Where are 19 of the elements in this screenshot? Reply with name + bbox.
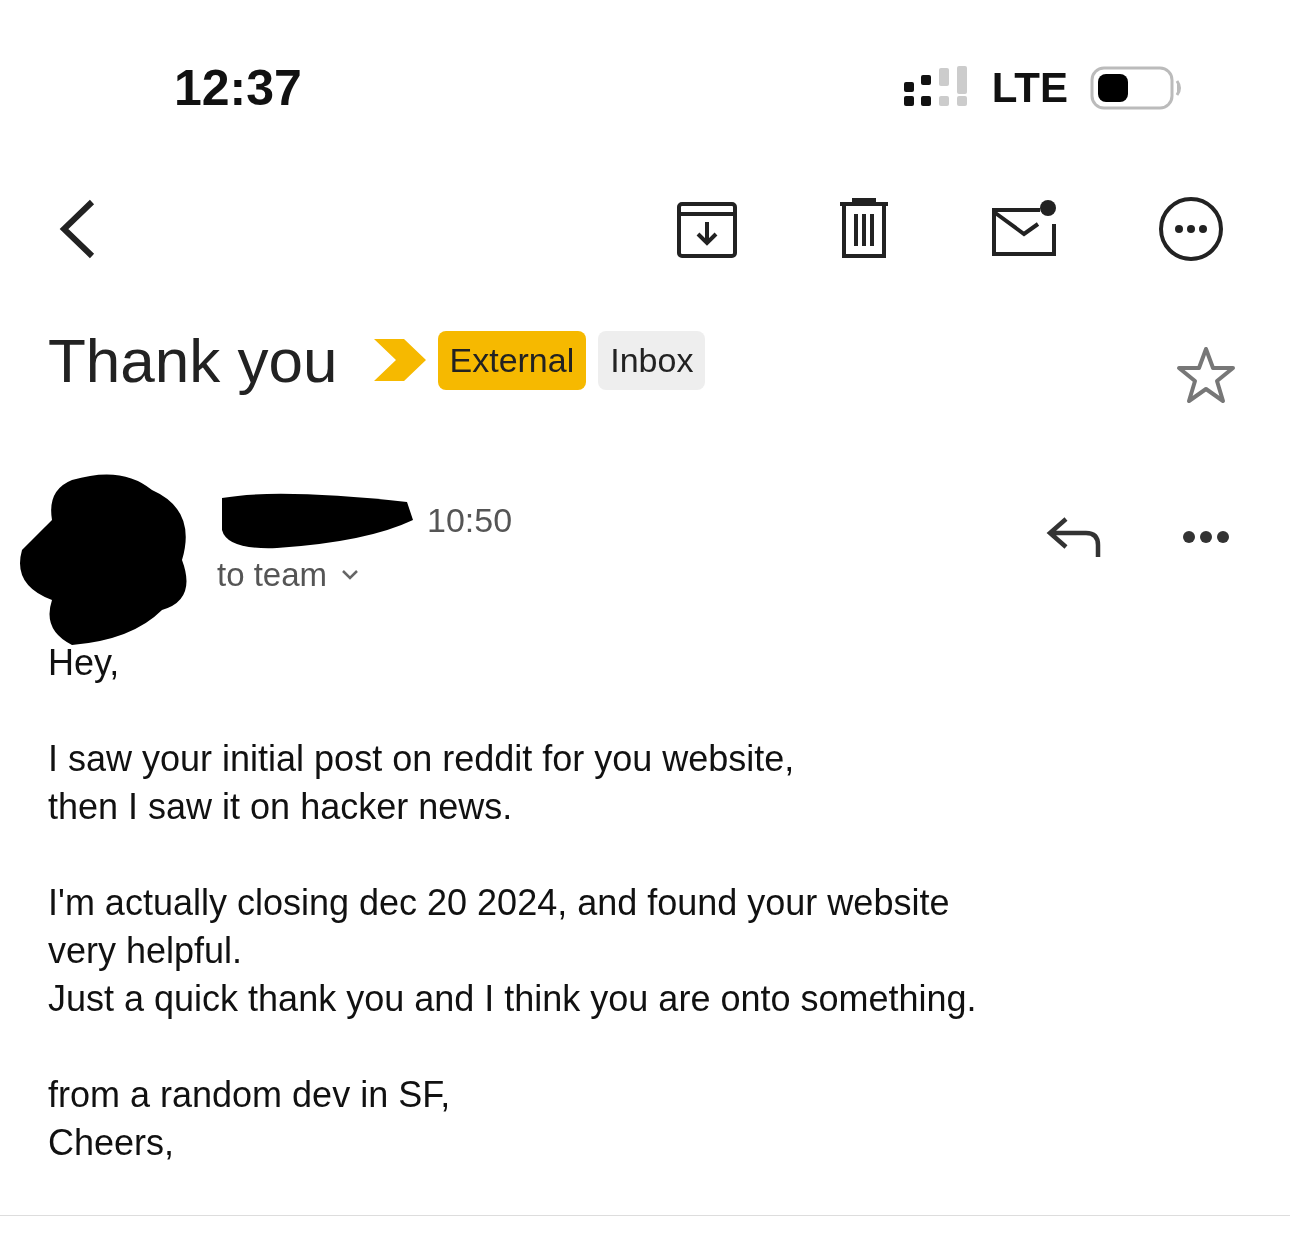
status-time: 12:37: [174, 58, 302, 117]
label-chip[interactable]: External: [437, 330, 587, 390]
battery-icon: [1090, 65, 1184, 110]
email-time: 10:50: [427, 500, 513, 540]
more-icon[interactable]: [1182, 530, 1230, 545]
chevron-down-icon: [341, 569, 360, 582]
email-subject: Thank you: [48, 324, 338, 396]
body-paragraph: I'm actually closing dec 20 2024, and found your website very helpful. Just a quick thank you and I think you are onto something.: [48, 881, 978, 1021]
recipients-toggle[interactable]: to team: [217, 556, 513, 595]
body-paragraph: from a random dev in SF, Cheers,: [48, 1073, 452, 1165]
delete-icon[interactable]: [838, 198, 890, 261]
body-paragraph: I saw your initial post on reddit for you website, then I saw it on hacker news.: [48, 737, 796, 829]
body-paragraph: Hey,: [48, 641, 121, 685]
reply-icon[interactable]: [1046, 515, 1102, 560]
importance-marker-icon[interactable]: [373, 339, 426, 382]
star-icon[interactable]: [1176, 346, 1236, 405]
more-icon[interactable]: [1158, 196, 1224, 263]
label-chip[interactable]: Inbox: [598, 330, 706, 390]
network-type: LTE: [991, 63, 1068, 112]
